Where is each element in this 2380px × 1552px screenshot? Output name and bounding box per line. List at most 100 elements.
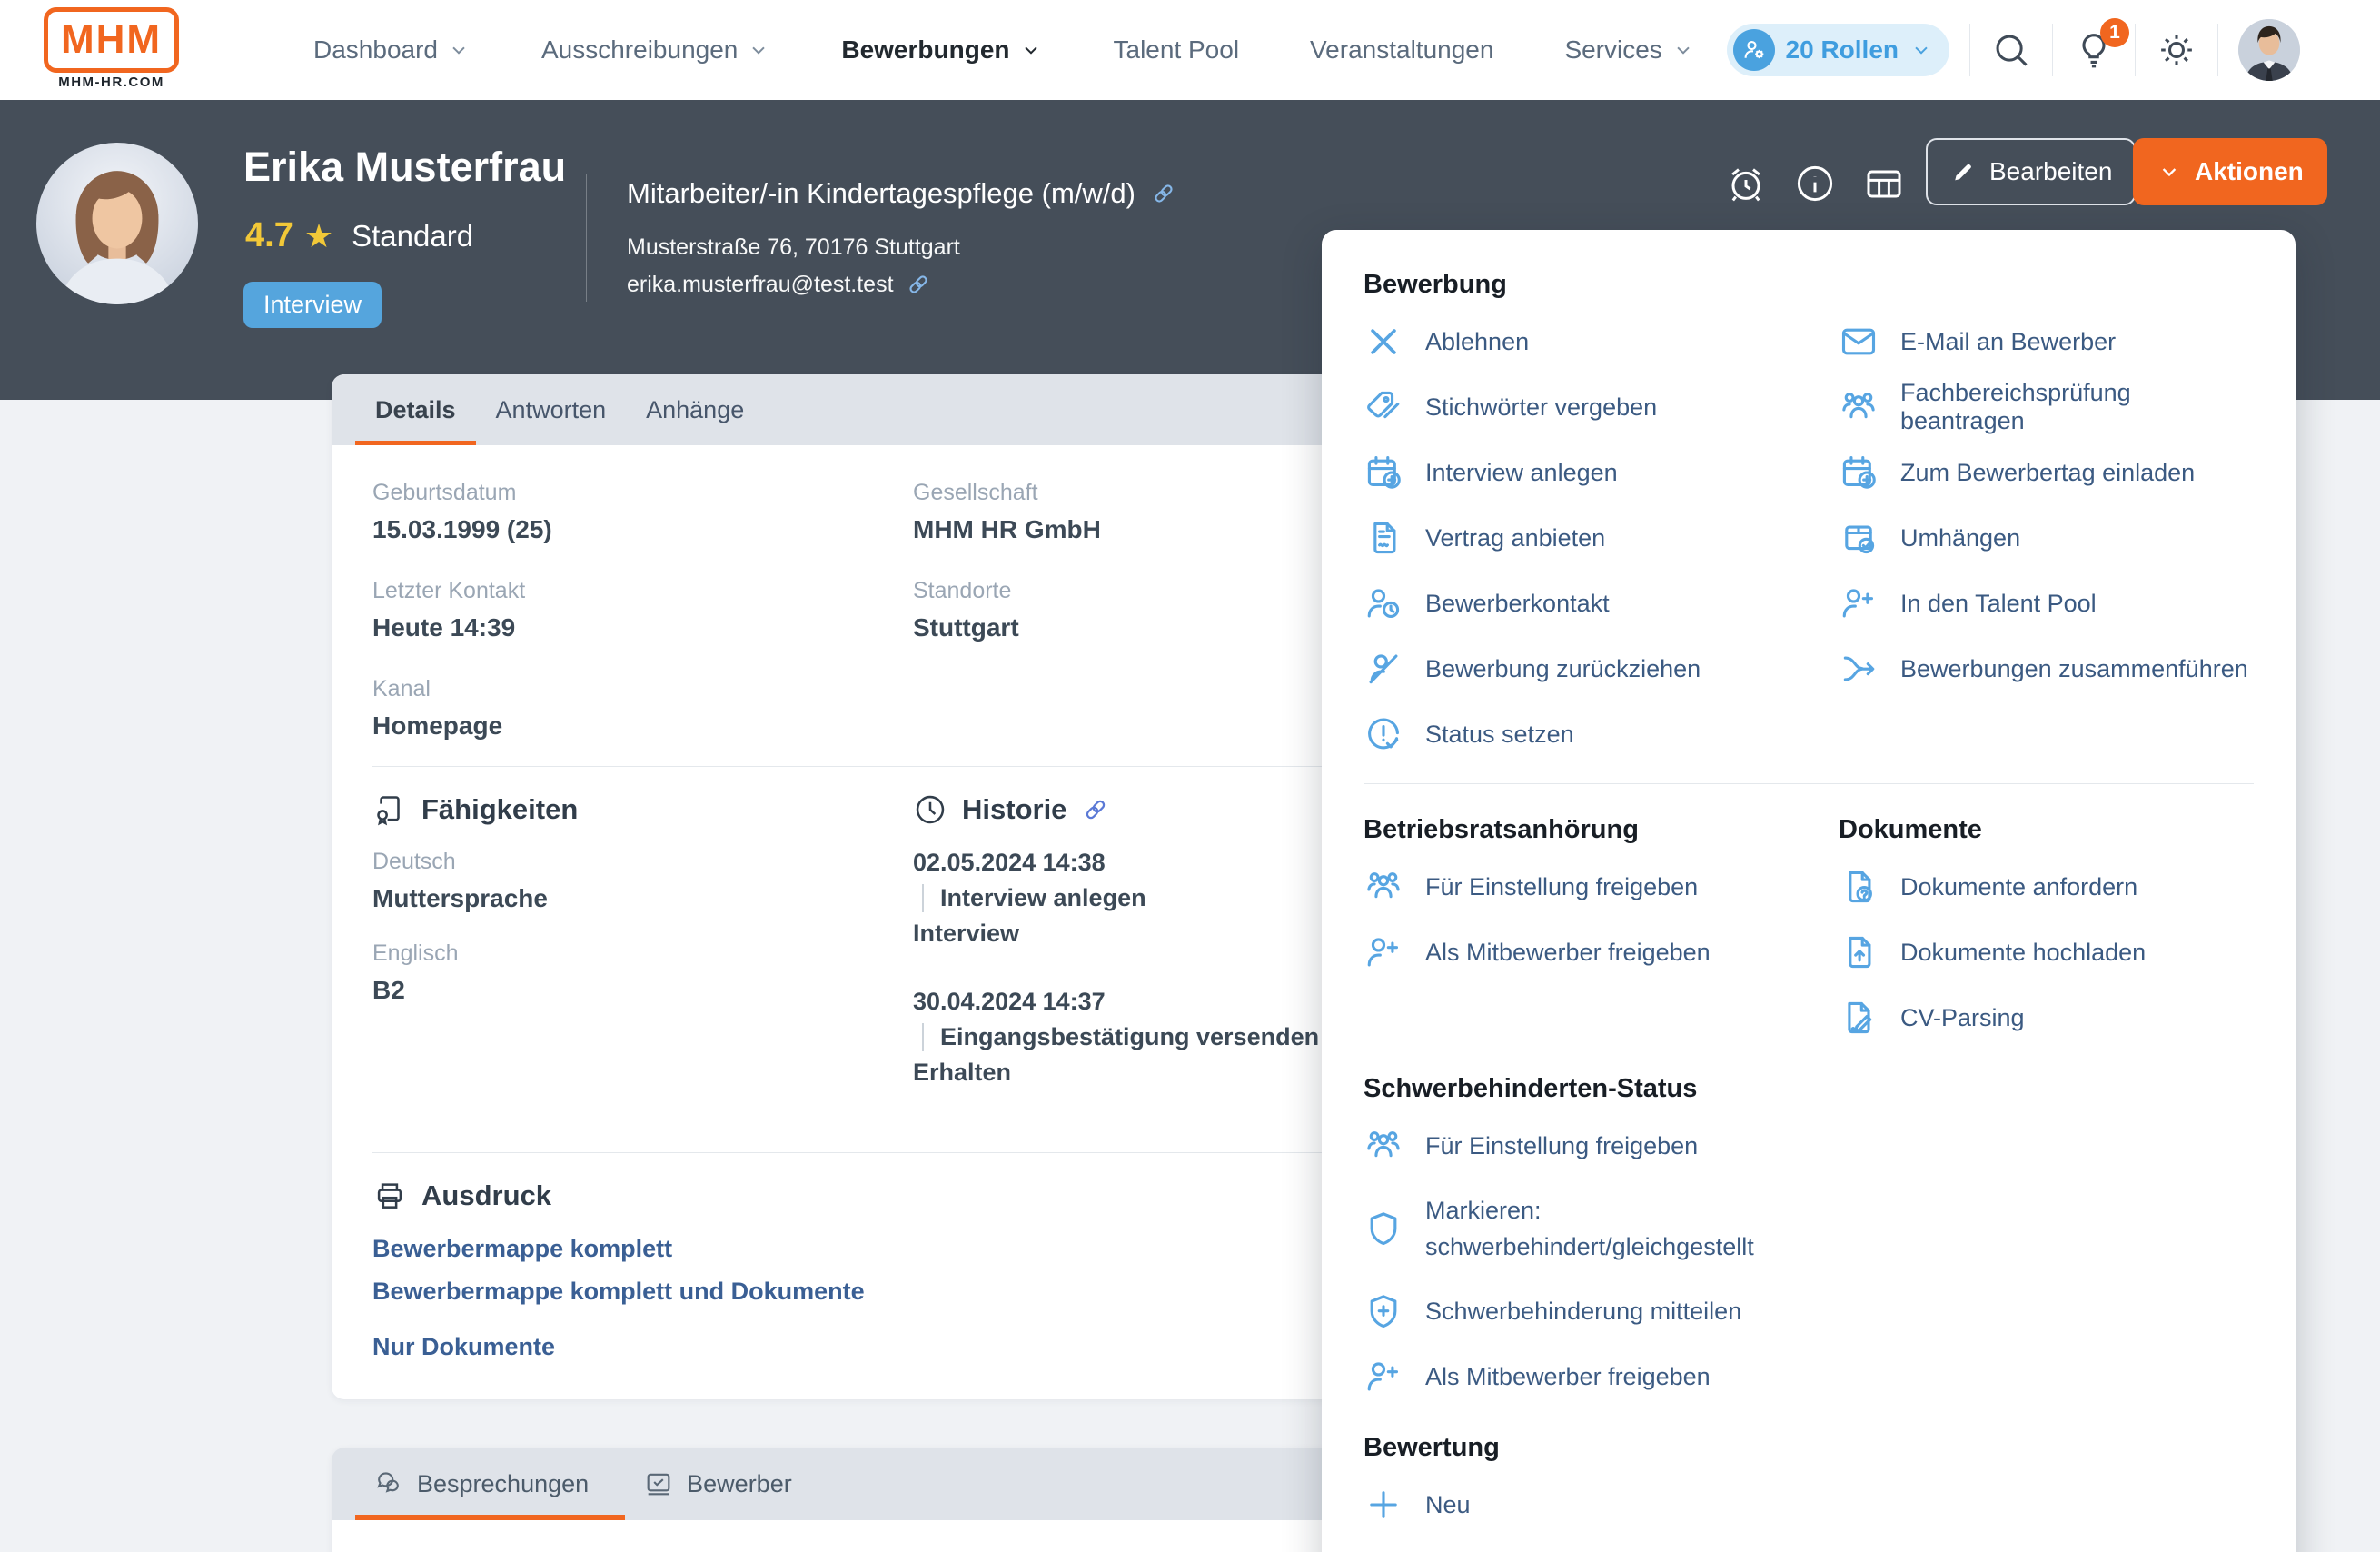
chevron-down-icon: [1671, 38, 1695, 62]
bottom-tabbar: Besprechungen Bewerber: [332, 1448, 1394, 1520]
field-gesellschaft: Gesellschaft MHM HR GmbH: [913, 480, 1354, 544]
tags-icon: [1364, 387, 1403, 427]
divider: [586, 174, 587, 302]
print-link-bewerbermappe-dokumente[interactable]: Bewerbermappe komplett und Dokumente: [372, 1278, 1354, 1306]
menu-item-sb-markieren[interactable]: Markieren: schwerbehindert/gleichgestell…: [1364, 1179, 2254, 1278]
menu-item-label: Zum Bewerbertag einladen: [1900, 459, 2195, 487]
chevron-down-icon: [1909, 38, 1933, 62]
user-plus-icon: [1364, 1357, 1403, 1397]
print-section: Ausdruck Bewerbermappe komplett Bewerber…: [372, 1179, 1354, 1361]
calendar-plus-icon: [1839, 453, 1879, 492]
divider: [372, 1152, 1354, 1153]
notification-badge: 1: [2100, 18, 2129, 47]
menu-item-ablehnen[interactable]: Ablehnen: [1364, 309, 1839, 374]
menu-item-label: Ablehnen: [1425, 328, 1529, 356]
status-badge[interactable]: Interview: [243, 282, 382, 328]
settings-button[interactable]: [2156, 29, 2197, 71]
users-icon: [1839, 387, 1879, 427]
nav-item-ausschreibungen[interactable]: Ausschreibungen: [541, 35, 770, 65]
menu-item-sb-mitteilen[interactable]: Schwerbehinderung mitteilen: [1364, 1278, 2254, 1344]
notifications-button[interactable]: 1: [2073, 29, 2115, 71]
nav-item-veranstaltungen[interactable]: Veranstaltungen: [1310, 35, 1493, 65]
menu-item-bewerbertag-einladen[interactable]: Zum Bewerbertag einladen: [1839, 440, 2254, 505]
menu-item-email-an-bewerber[interactable]: E-Mail an Bewerber: [1839, 309, 2254, 374]
divider: [2135, 24, 2136, 76]
print-link-bewerbermappe[interactable]: Bewerbermappe komplett: [372, 1235, 1354, 1263]
applicant-rating[interactable]: 4.7 ★ Standard: [245, 216, 473, 255]
user-slash-icon: [1364, 649, 1403, 689]
menu-item-interview-anlegen[interactable]: Interview anlegen: [1364, 440, 1839, 505]
menu-item-umhaengen[interactable]: Umhängen: [1839, 505, 2254, 571]
skill-deutsch: Deutsch Muttersprache: [372, 849, 913, 913]
divider: [1969, 24, 1970, 76]
menu-item-bewerbung-zurueckziehen[interactable]: Bewerbung zurückziehen: [1364, 636, 1839, 701]
roles-dropdown[interactable]: 20 Rollen: [1727, 24, 1949, 76]
link-icon[interactable]: [1150, 180, 1177, 207]
menu-section-title-betriebsrat: Betriebsratsanhörung: [1364, 815, 1839, 845]
menu-item-in-den-talent-pool[interactable]: In den Talent Pool: [1839, 571, 2254, 636]
menu-item-label: Umhängen: [1900, 524, 2020, 552]
users-icon: [1364, 867, 1403, 907]
tab-details[interactable]: Details: [355, 374, 476, 445]
link-icon[interactable]: [1081, 795, 1110, 824]
tab-anhaenge[interactable]: Anhänge: [626, 374, 764, 445]
menu-item-label: Schwerbehinderung mitteilen: [1425, 1298, 1741, 1326]
menu-item-label: Status setzen: [1425, 721, 1574, 749]
shield-icon: [1364, 1209, 1403, 1249]
dokumente-section: Dokumente Dokumente anfordern Dokumente …: [1839, 791, 2254, 1050]
info-button[interactable]: [1793, 162, 1837, 205]
field-kanal: Kanal Homepage: [372, 676, 913, 741]
chevron-down-icon: [447, 38, 471, 62]
tab-bewerber[interactable]: Bewerber: [625, 1448, 828, 1520]
menu-item-dokumente-anfordern[interactable]: Dokumente anfordern: [1839, 854, 2254, 920]
gear-icon: [2156, 29, 2197, 71]
tab-antworten[interactable]: Antworten: [476, 374, 627, 445]
menu-item-label: Bewerberkontakt: [1425, 590, 1610, 618]
nav-item-dashboard[interactable]: Dashboard: [313, 35, 471, 65]
menu-item-bewerbungen-zusammenfuehren[interactable]: Bewerbungen zusammenführen: [1839, 636, 2254, 701]
menu-item-sb-einstellung-freigeben[interactable]: Für Einstellung freigeben: [1364, 1113, 2254, 1179]
menu-item-bewerberkontakt[interactable]: Bewerberkontakt: [1364, 571, 1839, 636]
bewertung-section: Bewertung Neu: [1364, 1433, 2254, 1537]
menu-item-label: Dokumente anfordern: [1900, 873, 2137, 901]
shield-plus-icon: [1364, 1291, 1403, 1331]
menu-item-fachbereichspruefung[interactable]: Fachbereichsprüfung beantragen: [1839, 374, 2254, 440]
print-link-nur-dokumente[interactable]: Nur Dokumente: [372, 1333, 1354, 1361]
divider: [1364, 783, 2254, 784]
search-button[interactable]: [1990, 29, 2032, 71]
x-icon: [1364, 322, 1403, 362]
top-nav-right: 20 Rollen 1: [1727, 0, 2300, 100]
menu-item-br-einstellung-freigeben[interactable]: Für Einstellung freigeben: [1364, 854, 1839, 920]
header-quick-actions: [1724, 162, 1906, 205]
menu-item-sb-mitbewerber-freigeben[interactable]: Als Mitbewerber freigeben: [1364, 1344, 2254, 1409]
table-view-button[interactable]: [1862, 162, 1906, 205]
chevron-down-icon: [2157, 159, 2182, 184]
mhm-logo[interactable]: MHM MHM-HR.COM: [44, 7, 179, 90]
box-check-icon: [1839, 518, 1879, 558]
link-icon[interactable]: [905, 271, 932, 298]
menu-item-label: Als Mitbewerber freigeben: [1425, 939, 1711, 967]
chevron-down-icon: [747, 38, 770, 62]
tab-besprechungen[interactable]: Besprechungen: [355, 1448, 625, 1520]
nav-item-talent-pool[interactable]: Talent Pool: [1114, 35, 1240, 65]
menu-item-stichwoerter-vergeben[interactable]: Stichwörter vergeben: [1364, 374, 1839, 440]
current-user-avatar[interactable]: [2238, 19, 2300, 81]
plus-icon: [1364, 1485, 1403, 1525]
schwerbehindert-section: Schwerbehinderten-Status Für Einstellung…: [1364, 1074, 2254, 1409]
actions-button[interactable]: Aktionen: [2133, 138, 2327, 205]
menu-item-br-mitbewerber-freigeben[interactable]: Als Mitbewerber freigeben: [1364, 920, 1839, 985]
applicant-photo[interactable]: [36, 143, 198, 304]
nav-item-bewerbungen[interactable]: Bewerbungen: [841, 35, 1042, 65]
skill-englisch: Englisch B2: [372, 940, 913, 1005]
menu-item-dokumente-hochladen[interactable]: Dokumente hochladen: [1839, 920, 2254, 985]
reminder-button[interactable]: [1724, 162, 1768, 205]
menu-item-vertrag-anbieten[interactable]: Vertrag anbieten: [1364, 505, 1839, 571]
edit-button[interactable]: Bearbeiten: [1926, 138, 2136, 205]
menu-section-title-bewertung: Bewertung: [1364, 1433, 2254, 1463]
menu-item-bewertung-neu[interactable]: Neu: [1364, 1472, 2254, 1537]
document-upload-icon: [1839, 932, 1879, 972]
divider: [2217, 24, 2218, 76]
menu-item-status-setzen[interactable]: Status setzen: [1364, 701, 1839, 767]
menu-item-cv-parsing[interactable]: CV-Parsing: [1839, 985, 2254, 1050]
nav-item-services[interactable]: Services: [1564, 35, 1694, 65]
